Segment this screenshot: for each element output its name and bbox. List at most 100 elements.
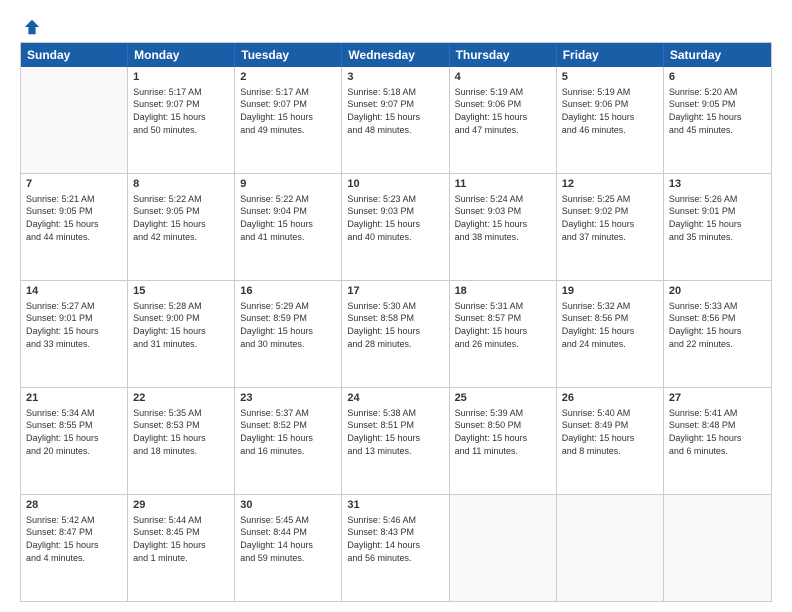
cell-text: Daylight: 15 hours [347, 111, 443, 124]
day-number: 16 [240, 284, 336, 299]
calendar-cell: 31Sunrise: 5:46 AMSunset: 8:43 PMDayligh… [342, 495, 449, 601]
cell-text: Daylight: 15 hours [240, 325, 336, 338]
cell-text: Sunrise: 5:41 AM [669, 407, 766, 420]
calendar-cell: 13Sunrise: 5:26 AMSunset: 9:01 PMDayligh… [664, 174, 771, 280]
day-number: 25 [455, 391, 551, 406]
calendar-cell: 3Sunrise: 5:18 AMSunset: 9:07 PMDaylight… [342, 67, 449, 173]
day-number: 28 [26, 498, 122, 513]
cell-text: and 31 minutes. [133, 338, 229, 351]
calendar-cell: 8Sunrise: 5:22 AMSunset: 9:05 PMDaylight… [128, 174, 235, 280]
calendar-cell: 7Sunrise: 5:21 AMSunset: 9:05 PMDaylight… [21, 174, 128, 280]
cell-text: Sunset: 8:44 PM [240, 526, 336, 539]
calendar-cell: 21Sunrise: 5:34 AMSunset: 8:55 PMDayligh… [21, 388, 128, 494]
calendar-cell [450, 495, 557, 601]
cell-text: Daylight: 15 hours [347, 325, 443, 338]
calendar-cell: 16Sunrise: 5:29 AMSunset: 8:59 PMDayligh… [235, 281, 342, 387]
calendar-header-cell: Monday [128, 43, 235, 67]
cell-text: Sunrise: 5:38 AM [347, 407, 443, 420]
calendar-header-cell: Sunday [21, 43, 128, 67]
cell-text: and 56 minutes. [347, 552, 443, 565]
calendar-cell: 2Sunrise: 5:17 AMSunset: 9:07 PMDaylight… [235, 67, 342, 173]
logo-icon [23, 18, 41, 36]
calendar-cell: 18Sunrise: 5:31 AMSunset: 8:57 PMDayligh… [450, 281, 557, 387]
cell-text: Sunset: 9:07 PM [347, 98, 443, 111]
calendar-cell: 11Sunrise: 5:24 AMSunset: 9:03 PMDayligh… [450, 174, 557, 280]
day-number: 20 [669, 284, 766, 299]
cell-text: Daylight: 15 hours [133, 218, 229, 231]
cell-text: Sunset: 8:47 PM [26, 526, 122, 539]
cell-text: Sunset: 9:06 PM [455, 98, 551, 111]
cell-text: Daylight: 15 hours [133, 432, 229, 445]
cell-text: Daylight: 15 hours [455, 218, 551, 231]
calendar-cell: 26Sunrise: 5:40 AMSunset: 8:49 PMDayligh… [557, 388, 664, 494]
cell-text: Daylight: 15 hours [669, 218, 766, 231]
cell-text: Sunset: 9:04 PM [240, 205, 336, 218]
cell-text: Sunset: 8:51 PM [347, 419, 443, 432]
cell-text: Sunrise: 5:34 AM [26, 407, 122, 420]
cell-text: Sunrise: 5:21 AM [26, 193, 122, 206]
calendar-cell: 30Sunrise: 5:45 AMSunset: 8:44 PMDayligh… [235, 495, 342, 601]
cell-text: Daylight: 14 hours [347, 539, 443, 552]
cell-text: Sunrise: 5:40 AM [562, 407, 658, 420]
calendar-header: SundayMondayTuesdayWednesdayThursdayFrid… [21, 43, 771, 67]
day-number: 7 [26, 177, 122, 192]
cell-text: and 16 minutes. [240, 445, 336, 458]
cell-text: Sunset: 8:49 PM [562, 419, 658, 432]
cell-text: Daylight: 15 hours [669, 432, 766, 445]
cell-text: and 44 minutes. [26, 231, 122, 244]
cell-text: and 28 minutes. [347, 338, 443, 351]
cell-text: and 47 minutes. [455, 124, 551, 137]
day-number: 5 [562, 70, 658, 85]
cell-text: Sunset: 8:58 PM [347, 312, 443, 325]
cell-text: Sunrise: 5:33 AM [669, 300, 766, 313]
cell-text: Sunset: 9:05 PM [26, 205, 122, 218]
calendar-cell: 1Sunrise: 5:17 AMSunset: 9:07 PMDaylight… [128, 67, 235, 173]
cell-text: and 49 minutes. [240, 124, 336, 137]
cell-text: Sunrise: 5:18 AM [347, 86, 443, 99]
cell-text: Sunset: 8:57 PM [455, 312, 551, 325]
cell-text: and 24 minutes. [562, 338, 658, 351]
cell-text: Sunrise: 5:31 AM [455, 300, 551, 313]
cell-text: and 1 minute. [133, 552, 229, 565]
cell-text: and 38 minutes. [455, 231, 551, 244]
cell-text: Daylight: 15 hours [26, 325, 122, 338]
cell-text: Daylight: 15 hours [669, 325, 766, 338]
cell-text: Sunset: 9:03 PM [455, 205, 551, 218]
cell-text: and 26 minutes. [455, 338, 551, 351]
cell-text: Sunset: 8:55 PM [26, 419, 122, 432]
cell-text: Daylight: 15 hours [26, 432, 122, 445]
cell-text: Sunrise: 5:28 AM [133, 300, 229, 313]
cell-text: Sunset: 8:45 PM [133, 526, 229, 539]
cell-text: Sunrise: 5:29 AM [240, 300, 336, 313]
calendar-cell: 20Sunrise: 5:33 AMSunset: 8:56 PMDayligh… [664, 281, 771, 387]
day-number: 11 [455, 177, 551, 192]
cell-text: and 35 minutes. [669, 231, 766, 244]
calendar-cell: 10Sunrise: 5:23 AMSunset: 9:03 PMDayligh… [342, 174, 449, 280]
day-number: 29 [133, 498, 229, 513]
cell-text: Daylight: 15 hours [26, 539, 122, 552]
day-number: 27 [669, 391, 766, 406]
calendar-cell: 28Sunrise: 5:42 AMSunset: 8:47 PMDayligh… [21, 495, 128, 601]
calendar-header-cell: Friday [557, 43, 664, 67]
cell-text: Sunrise: 5:35 AM [133, 407, 229, 420]
cell-text: Daylight: 15 hours [240, 218, 336, 231]
cell-text: Sunset: 9:01 PM [26, 312, 122, 325]
calendar-cell [664, 495, 771, 601]
day-number: 3 [347, 70, 443, 85]
cell-text: Daylight: 15 hours [133, 111, 229, 124]
calendar-cell: 24Sunrise: 5:38 AMSunset: 8:51 PMDayligh… [342, 388, 449, 494]
cell-text: and 48 minutes. [347, 124, 443, 137]
cell-text: Sunrise: 5:17 AM [133, 86, 229, 99]
calendar-header-cell: Thursday [450, 43, 557, 67]
calendar-header-cell: Wednesday [342, 43, 449, 67]
day-number: 31 [347, 498, 443, 513]
calendar-cell: 19Sunrise: 5:32 AMSunset: 8:56 PMDayligh… [557, 281, 664, 387]
day-number: 8 [133, 177, 229, 192]
day-number: 9 [240, 177, 336, 192]
calendar-cell: 14Sunrise: 5:27 AMSunset: 9:01 PMDayligh… [21, 281, 128, 387]
header [20, 18, 772, 36]
cell-text: Sunrise: 5:20 AM [669, 86, 766, 99]
cell-text: Daylight: 15 hours [26, 218, 122, 231]
cell-text: Daylight: 15 hours [562, 111, 658, 124]
cell-text: and 8 minutes. [562, 445, 658, 458]
